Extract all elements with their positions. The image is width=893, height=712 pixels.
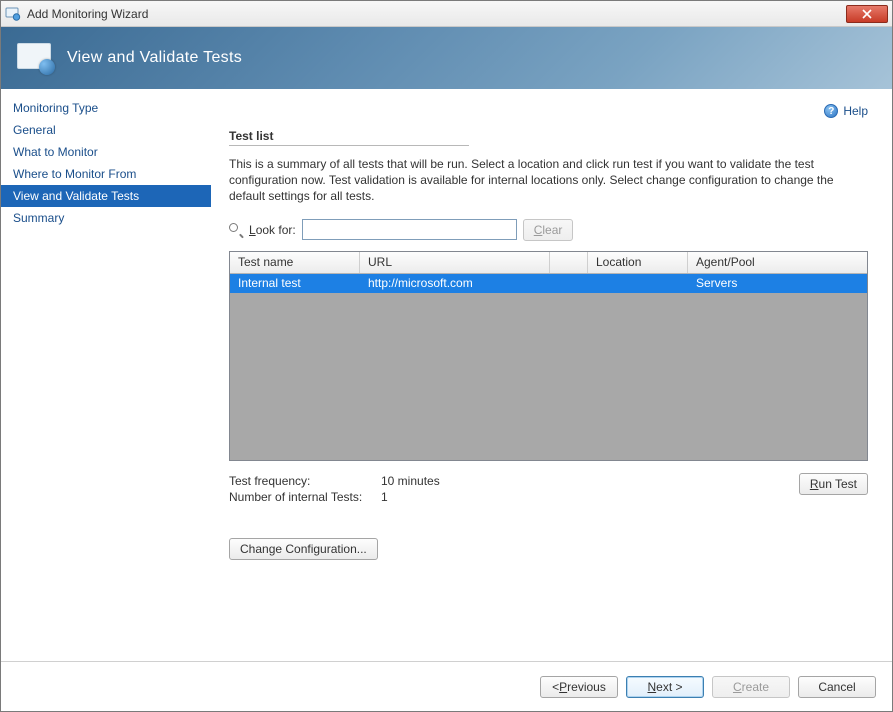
sidebar-item-general[interactable]: General [1, 119, 211, 141]
cell-url: http://microsoft.com [360, 274, 550, 293]
help-link[interactable]: ? Help [824, 104, 868, 118]
col-header-spacer[interactable] [550, 252, 588, 273]
test-grid: Test name URL Location Agent/Pool Intern… [229, 251, 868, 461]
grid-header: Test name URL Location Agent/Pool [230, 252, 867, 274]
app-icon [5, 6, 21, 22]
create-button[interactable]: Create [712, 676, 790, 698]
close-button[interactable] [846, 5, 888, 23]
section-heading: Test list [229, 129, 868, 143]
col-header-test-name[interactable]: Test name [230, 252, 360, 273]
lookfor-input[interactable] [302, 219, 517, 240]
cell-test-name: Internal test [230, 274, 360, 293]
next-button[interactable]: Next > [626, 676, 704, 698]
wizard-window: Add Monitoring Wizard View and Validate … [0, 0, 893, 712]
freq-value: 10 minutes [381, 473, 440, 490]
section-heading-divider [229, 145, 469, 146]
summary-row: Test frequency: Number of internal Tests… [229, 473, 868, 507]
grid-body[interactable]: Internal test http://microsoft.com Serve… [230, 274, 867, 460]
freq-label: Test frequency: [229, 473, 381, 490]
summary-labels: Test frequency: Number of internal Tests… [229, 473, 381, 507]
window-title: Add Monitoring Wizard [27, 7, 846, 21]
count-value: 1 [381, 489, 440, 506]
section-description: This is a summary of all tests that will… [229, 156, 868, 205]
titlebar: Add Monitoring Wizard [1, 1, 892, 27]
help-label: Help [843, 104, 868, 118]
footer: < Previous Next > Create Cancel [1, 661, 892, 711]
help-icon: ? [824, 104, 838, 118]
col-header-url[interactable]: URL [360, 252, 550, 273]
col-header-location[interactable]: Location [588, 252, 688, 273]
banner-title: View and Validate Tests [67, 49, 242, 67]
cancel-button[interactable]: Cancel [798, 676, 876, 698]
sidebar: Monitoring Type General What to Monitor … [1, 89, 211, 661]
sidebar-item-summary[interactable]: Summary [1, 207, 211, 229]
lookfor-row: Look for: Clear [229, 219, 868, 241]
body: Monitoring Type General What to Monitor … [1, 89, 892, 661]
cell-location [588, 274, 688, 293]
summary-values: 10 minutes 1 [381, 473, 440, 507]
sidebar-item-where-to-monitor-from[interactable]: Where to Monitor From [1, 163, 211, 185]
count-label: Number of internal Tests: [229, 489, 381, 506]
clear-button[interactable]: Clear [523, 219, 574, 241]
previous-button[interactable]: < Previous [540, 676, 618, 698]
main-panel: ? Help Test list This is a summary of al… [211, 89, 892, 661]
run-test-button[interactable]: Run Test [799, 473, 868, 495]
cell-spacer [550, 274, 588, 293]
search-icon [229, 223, 243, 237]
change-configuration-button[interactable]: Change Configuration... [229, 538, 378, 560]
table-row[interactable]: Internal test http://microsoft.com Serve… [230, 274, 867, 293]
col-header-agent-pool[interactable]: Agent/Pool [688, 252, 867, 273]
banner-icon [17, 43, 53, 73]
sidebar-item-monitoring-type[interactable]: Monitoring Type [1, 97, 211, 119]
sidebar-item-what-to-monitor[interactable]: What to Monitor [1, 141, 211, 163]
lookfor-label: Look for: [249, 223, 296, 237]
sidebar-item-view-and-validate-tests[interactable]: View and Validate Tests [1, 185, 211, 207]
banner: View and Validate Tests [1, 27, 892, 89]
cell-agent-pool: Servers [688, 274, 867, 293]
